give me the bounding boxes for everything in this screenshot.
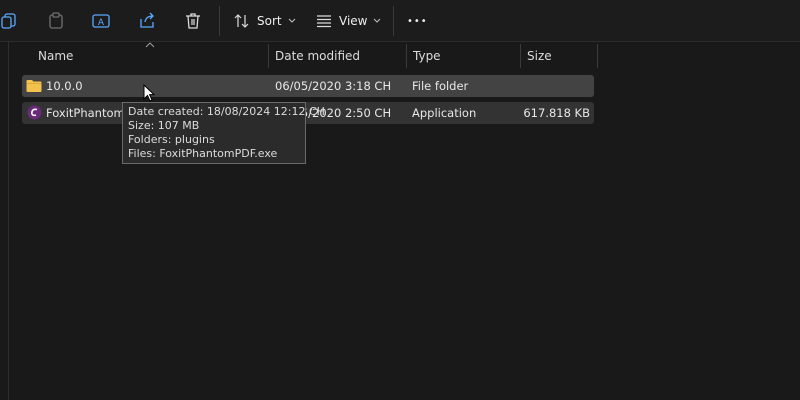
view-list-icon	[317, 15, 331, 28]
delete-icon[interactable]	[181, 9, 205, 33]
mouse-cursor-icon	[143, 83, 156, 106]
column-header-name[interactable]: Name	[31, 42, 269, 70]
share-icon[interactable]	[135, 9, 159, 33]
sort-label: Sort	[257, 14, 282, 28]
file-size	[522, 75, 590, 97]
column-resize-handle[interactable]	[597, 44, 598, 68]
column-header-type[interactable]: Type	[406, 42, 520, 70]
command-bar: A Sort View •••	[0, 0, 800, 42]
view-label: View	[339, 14, 368, 28]
column-header-date-modified[interactable]: Date modified	[268, 42, 406, 70]
tooltip-files: Files: FoxitPhantomPDF.exe	[128, 147, 278, 160]
file-type: Application	[412, 106, 477, 120]
column-header-row: Name Date modified Type Size	[0, 42, 800, 70]
folder-info-tooltip: Date created: 18/08/2024 12:12 CH Size: …	[122, 102, 325, 164]
paste-icon[interactable]	[44, 9, 68, 33]
file-name: 10.0.0	[46, 79, 83, 93]
column-header-size[interactable]: Size	[520, 42, 597, 70]
file-type: File folder	[412, 79, 469, 93]
toolbar-separator	[219, 6, 220, 36]
file-date-modified: 06/05/2020 3:18 CH	[275, 79, 392, 93]
svg-text:A: A	[98, 18, 105, 28]
file-row-folder[interactable]: 10.0.0 06/05/2020 3:18 CH File folder	[22, 75, 594, 97]
sort-arrows-icon	[234, 14, 249, 28]
chevron-down-icon	[288, 18, 295, 23]
tooltip-size: Size: 107 MB	[128, 119, 200, 132]
chevron-down-icon	[374, 18, 381, 23]
folder-icon	[26, 79, 42, 96]
view-button[interactable]: View	[316, 8, 381, 34]
foxit-app-icon	[27, 105, 42, 123]
tooltip-date-created: Date created: 18/08/2024 12:12 CH	[128, 105, 325, 118]
rename-icon[interactable]: A	[89, 9, 113, 33]
toolbar-separator	[393, 6, 394, 36]
file-size: 617.818 KB	[523, 106, 590, 120]
copy-icon[interactable]	[0, 9, 22, 33]
navigation-pane-divider[interactable]	[8, 42, 9, 400]
tooltip-folders: Folders: plugins	[128, 133, 215, 146]
sort-button[interactable]: Sort	[233, 8, 296, 34]
more-options-button[interactable]: •••	[407, 8, 428, 34]
